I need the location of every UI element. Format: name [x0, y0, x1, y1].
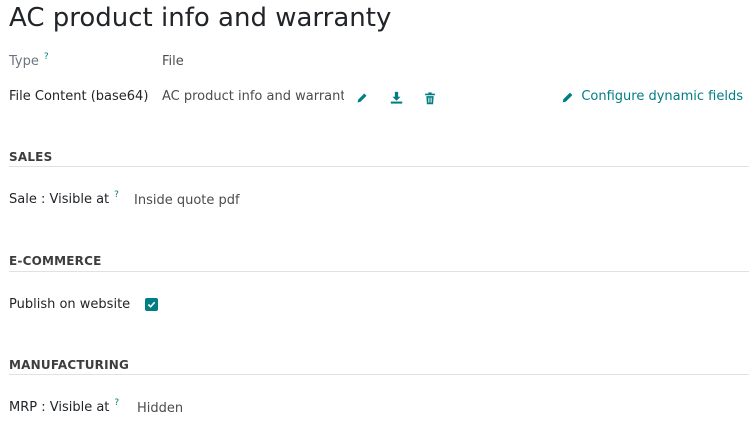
download-icon — [390, 91, 402, 104]
mrp-visible-at-label-text: MRP : Visible at — [9, 400, 110, 415]
edit-file-button[interactable] — [354, 90, 370, 106]
sale-visible-at-value[interactable]: Inside quote pdf — [134, 192, 240, 210]
section-title-sales: SALES — [9, 150, 53, 164]
type-label: Type? — [9, 52, 49, 72]
section-title-ecommerce: E-COMMERCE — [9, 254, 102, 268]
checkmark-icon — [147, 301, 156, 308]
mrp-visible-at-label: MRP : Visible at? — [9, 398, 119, 418]
sale-visible-at-label: Sale : Visible at? — [9, 190, 119, 210]
sale-help-icon[interactable]: ? — [114, 190, 119, 200]
section-divider-ecommerce — [9, 271, 749, 272]
delete-file-button[interactable] — [422, 90, 438, 106]
configure-dynamic-fields-label: Configure dynamic fields — [581, 89, 743, 104]
sale-visible-at-label-text: Sale : Visible at — [9, 192, 110, 207]
mrp-visible-at-value[interactable]: Hidden — [137, 400, 183, 418]
page-title: AC product info and warranty — [9, 3, 392, 33]
trash-icon — [425, 91, 435, 104]
file-content-filename[interactable]: AC product info and warranty — [162, 88, 344, 106]
download-file-button[interactable] — [388, 89, 404, 105]
type-label-text: Type — [9, 54, 39, 69]
configure-dynamic-fields-button[interactable]: Configure dynamic fields — [561, 88, 743, 106]
file-content-label: File Content (base64) — [9, 89, 149, 104]
mrp-help-icon[interactable]: ? — [114, 398, 119, 408]
publish-on-website-checkbox[interactable] — [145, 298, 158, 311]
type-value[interactable]: File — [162, 53, 184, 71]
section-title-manufacturing: MANUFACTURING — [9, 358, 130, 372]
section-divider-sales — [9, 166, 749, 167]
section-divider-manufacturing — [9, 374, 749, 375]
publish-on-website-label: Publish on website — [9, 297, 131, 312]
configure-pencil-icon — [562, 92, 573, 102]
type-help-icon[interactable]: ? — [44, 52, 49, 62]
pencil-icon — [357, 93, 367, 103]
